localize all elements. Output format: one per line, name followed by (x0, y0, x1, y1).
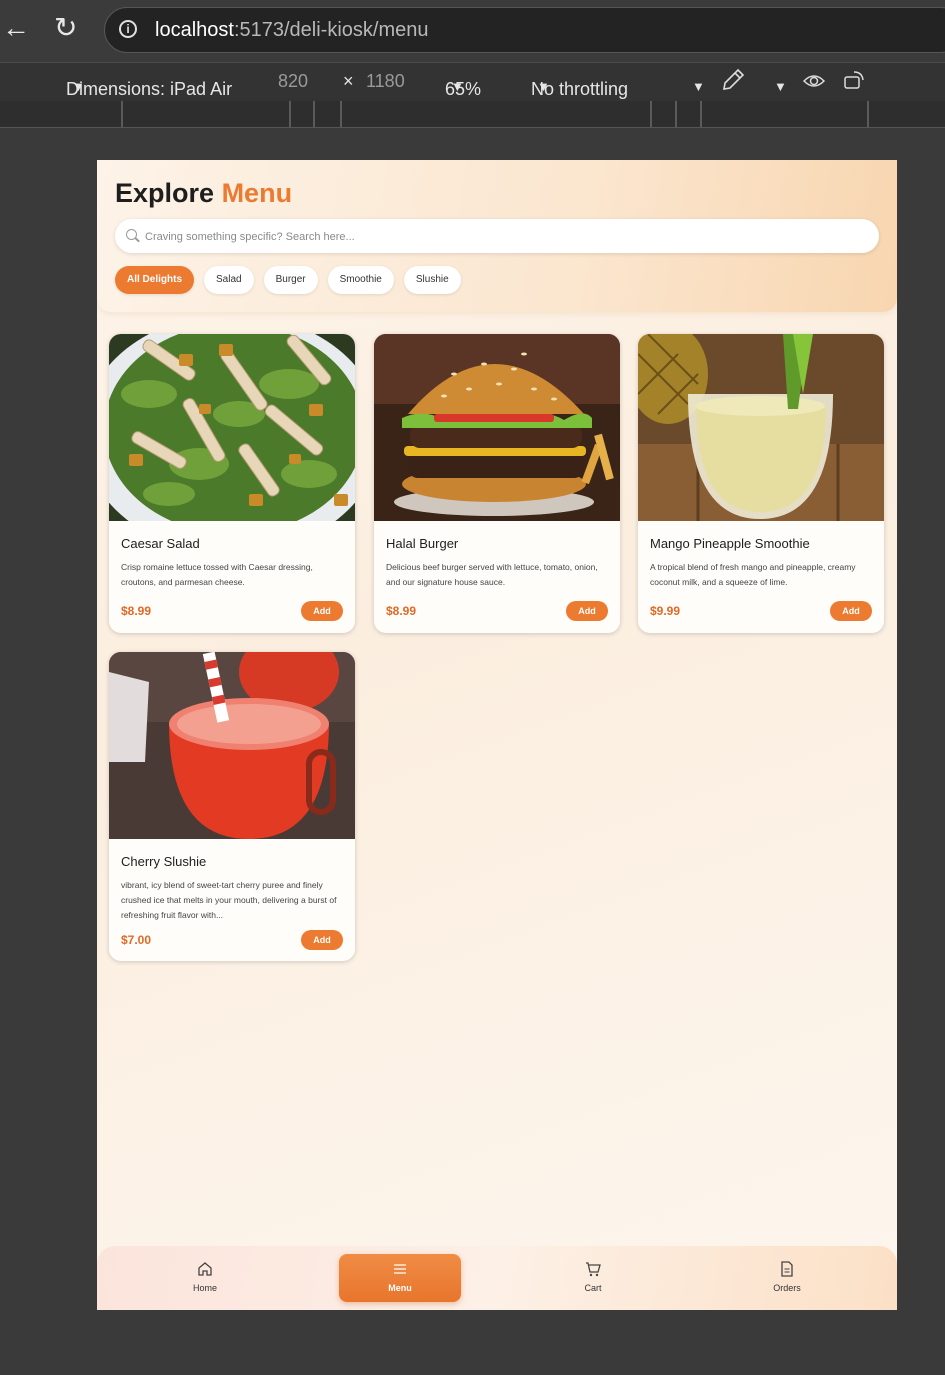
app-viewport: Explore Menu All Delights Salad Burger S… (97, 160, 897, 1310)
halal-burger-image (374, 334, 620, 521)
add-to-cart-button[interactable]: Add (566, 601, 608, 621)
eye-icon[interactable] (802, 69, 826, 98)
nav-cart[interactable]: Cart (533, 1246, 653, 1310)
home-icon (198, 1262, 212, 1276)
category-chip-slushie[interactable]: Slushie (403, 266, 461, 294)
chevron-down-icon: ▼ (537, 79, 550, 94)
nav-home-label: Home (192, 1283, 217, 1293)
device-toolbar: Dimensions: iPad Air ▼ 820 × 1180 65% ▼ No… (0, 62, 945, 102)
product-price: $9.99 (650, 604, 681, 618)
product-name: Caesar Salad (121, 536, 200, 551)
site-info-icon[interactable]: i (119, 20, 137, 38)
product-price: $7.00 (121, 933, 152, 947)
reload-icon[interactable]: ↻ (54, 14, 77, 42)
product-price: $8.99 (386, 604, 417, 618)
chevron-down-icon: ▼ (692, 79, 705, 94)
nav-menu-label: Menu (388, 1283, 412, 1293)
rotate-device-icon[interactable] (842, 69, 868, 98)
browser-toolbar: ← ↻ i localhost:5173/deli-kiosk/menu (0, 0, 945, 62)
add-to-cart-button[interactable]: Add (301, 930, 343, 950)
product-description: Delicious beef burger served with lettuc… (386, 562, 598, 587)
product-card-cherry-slushie[interactable]: Cherry Slushie vibrant, icy blend of swe… (109, 652, 355, 961)
search-icon (126, 229, 137, 240)
product-description: A tropical blend of fresh mango and pine… (650, 562, 856, 587)
chevron-down-icon: ▼ (774, 79, 787, 94)
chevron-down-icon: ▼ (451, 79, 464, 94)
orders-icon (781, 1261, 793, 1277)
viewport-width[interactable]: 820 (278, 71, 308, 92)
product-name: Mango Pineapple Smoothie (650, 536, 810, 551)
search-bar[interactable] (115, 219, 879, 253)
menu-header: Explore Menu All Delights Salad Burger S… (97, 160, 897, 312)
product-price: $8.99 (121, 604, 152, 618)
mango-smoothie-image (638, 334, 884, 521)
media-query-ruler (0, 101, 945, 128)
category-chip-salad[interactable]: Salad (204, 266, 254, 294)
category-filters: All Delights Salad Burger Smoothie Slush… (115, 266, 461, 294)
add-to-cart-button[interactable]: Add (301, 601, 343, 621)
bottom-navigation: Home Menu Cart Orders (97, 1246, 897, 1310)
caesar-salad-image (109, 334, 355, 521)
category-chip-smoothie[interactable]: Smoothie (327, 266, 394, 294)
category-chip-all[interactable]: All Delights (115, 266, 195, 294)
back-arrow-icon[interactable]: ← (2, 14, 30, 42)
nav-orders-label: Orders (773, 1283, 801, 1293)
cart-icon (586, 1262, 601, 1277)
product-card-halal-burger[interactable]: Halal Burger Delicious beef burger serve… (374, 334, 620, 633)
nav-orders[interactable]: Orders (727, 1246, 847, 1310)
product-card-caesar-salad[interactable]: Caesar Salad Crisp romaine lettuce tosse… (109, 334, 355, 633)
add-to-cart-button[interactable]: Add (830, 601, 872, 621)
menu-icon (394, 1264, 406, 1274)
page-title: Explore Menu (115, 178, 293, 208)
address-bar[interactable]: i localhost:5173/deli-kiosk/menu (104, 7, 945, 53)
product-card-mango-pineapple-smoothie[interactable]: Mango Pineapple Smoothie A tropical blen… (638, 334, 884, 633)
chevron-down-icon: ▼ (72, 79, 85, 94)
product-description: vibrant, icy blend of sweet-tart cherry … (121, 880, 337, 920)
cherry-slushie-image (109, 652, 355, 839)
dimension-separator: × (343, 71, 354, 91)
viewport-height[interactable]: 1180 (366, 71, 405, 92)
nav-home[interactable]: Home (145, 1246, 265, 1310)
nav-cart-label: Cart (584, 1283, 602, 1293)
product-name: Cherry Slushie (121, 854, 207, 869)
nav-menu[interactable]: Menu (339, 1254, 461, 1302)
eyedropper-icon[interactable] (720, 67, 746, 98)
category-chip-burger[interactable]: Burger (263, 266, 318, 294)
search-input[interactable] (143, 225, 847, 249)
product-description: Crisp romaine lettuce tossed with Caesar… (121, 562, 313, 587)
product-name: Halal Burger (386, 536, 459, 551)
url-text: localhost:5173/deli-kiosk/menu (155, 19, 429, 41)
